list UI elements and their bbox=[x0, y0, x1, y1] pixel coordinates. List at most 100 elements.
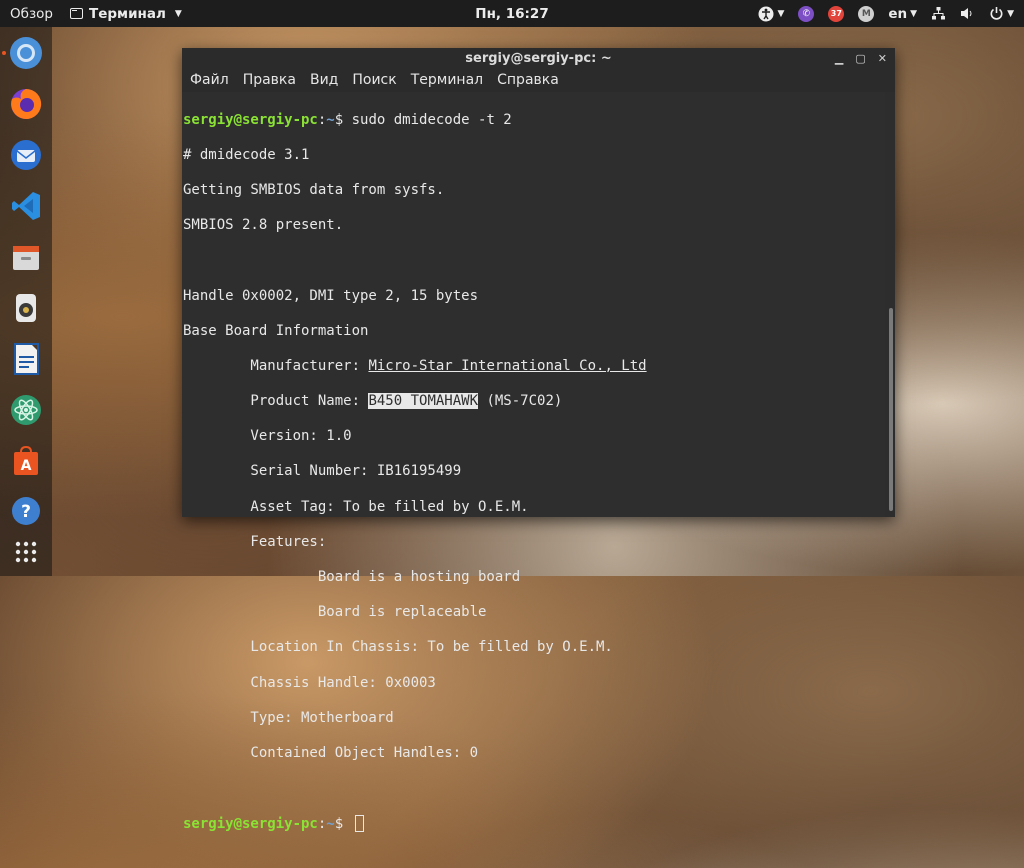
chromium-icon bbox=[10, 37, 42, 69]
output-line: Version: 1.0 bbox=[183, 428, 352, 445]
dock-show-apps[interactable] bbox=[8, 534, 44, 570]
dock-firefox[interactable] bbox=[8, 86, 44, 122]
dock-help[interactable]: ? bbox=[8, 493, 44, 529]
accessibility-icon bbox=[758, 6, 774, 21]
accessibility-menu[interactable]: ▼ bbox=[758, 6, 784, 22]
menu-file[interactable]: Файл bbox=[190, 72, 229, 88]
output-line: Getting SMBIOS data from sysfs. bbox=[183, 181, 445, 198]
prompt-path: ~ bbox=[326, 111, 335, 128]
command-line: sergiy@sergiy-pc:~$ sudo dmidecode -t 2 bbox=[183, 112, 885, 130]
manufacturer-label: Manufacturer: bbox=[183, 357, 369, 374]
volume-icon[interactable] bbox=[960, 6, 975, 21]
files-icon bbox=[13, 246, 39, 270]
firefox-icon bbox=[11, 88, 42, 119]
menu-search[interactable]: Поиск bbox=[352, 72, 396, 88]
svg-text:A: A bbox=[21, 458, 32, 474]
terminal-window: sergiy@sergiy-pc: ~ ▁ ▢ ✕ Файл Правка Ви… bbox=[182, 48, 895, 833]
prompt-line: sergiy@sergiy-pc:~$ bbox=[183, 815, 885, 833]
output-line: Serial Number: IB16195499 bbox=[183, 463, 462, 480]
dock-thunderbird[interactable] bbox=[8, 137, 44, 173]
clock[interactable]: Пн, 16:27 bbox=[475, 6, 548, 22]
menu-edit[interactable]: Правка bbox=[243, 72, 296, 88]
network-glyph bbox=[932, 7, 946, 20]
power-icon bbox=[990, 7, 1003, 20]
dock-rhythmbox[interactable] bbox=[8, 290, 44, 326]
output-line: Location In Chassis: To be filled by O.E… bbox=[183, 639, 613, 656]
network-icon[interactable] bbox=[931, 6, 946, 21]
output-line: Chassis Handle: 0x0003 bbox=[183, 674, 436, 691]
notification-badge[interactable]: 37 bbox=[828, 5, 845, 22]
top-bar: Обзор Терминал ▼ Пн, 16:27 ▼ ✆ 37 M en ▼… bbox=[0, 0, 1024, 27]
window-controls: ▁ ▢ ✕ bbox=[835, 48, 887, 68]
product-line: Product Name: B450 TOMAHAWK (MS-7C02) bbox=[183, 393, 885, 411]
output-line: Base Board Information bbox=[183, 322, 369, 339]
prompt-user: sergiy@sergiy-pc bbox=[183, 111, 318, 128]
menu-help[interactable]: Справка bbox=[497, 72, 559, 88]
product-selection: B450 TOMAHAWK bbox=[368, 393, 479, 410]
menu-bar: Файл Правка Вид Поиск Терминал Справка bbox=[182, 68, 895, 92]
speaker-glyph bbox=[961, 8, 972, 19]
software-center-icon: A bbox=[14, 445, 38, 475]
dock-chromium[interactable] bbox=[8, 35, 44, 71]
output-line: Handle 0x0002, DMI type 2, 15 bytes bbox=[183, 287, 479, 304]
activities-button[interactable]: Обзор bbox=[10, 0, 53, 27]
window-titlebar[interactable]: sergiy@sergiy-pc: ~ ▁ ▢ ✕ bbox=[182, 48, 895, 68]
manufacturer-value: Micro-Star International Co., Ltd bbox=[368, 357, 647, 374]
prompt-user: sergiy@sergiy-pc bbox=[183, 816, 318, 833]
menu-terminal[interactable]: Терминал bbox=[411, 72, 483, 88]
window-title: sergiy@sergiy-pc: ~ bbox=[465, 50, 612, 66]
power-menu[interactable]: ▼ bbox=[989, 6, 1014, 21]
prompt-symbol: $ bbox=[334, 816, 352, 833]
output-line: Type: Motherboard bbox=[183, 709, 394, 726]
thunderbird-icon bbox=[11, 140, 41, 170]
app-menu-label: Терминал bbox=[89, 5, 166, 22]
chevron-down-icon: ▼ bbox=[174, 8, 182, 19]
dock: A ? bbox=[0, 27, 52, 576]
language-label: en bbox=[888, 5, 908, 22]
chevron-down-icon: ▼ bbox=[1007, 8, 1014, 19]
maximize-icon[interactable]: ▢ bbox=[855, 52, 865, 65]
prompt-symbol: $ bbox=[334, 111, 352, 128]
terminal-icon bbox=[70, 8, 83, 19]
rhythmbox-icon bbox=[16, 294, 36, 322]
atom-icon bbox=[11, 395, 41, 425]
dock-files[interactable] bbox=[8, 239, 44, 275]
scrollbar[interactable] bbox=[889, 308, 893, 511]
minimize-icon[interactable]: ▁ bbox=[835, 52, 843, 65]
output-line: Asset Tag: To be filled by O.E.M. bbox=[183, 498, 529, 515]
dock-atom[interactable] bbox=[8, 392, 44, 428]
language-menu[interactable]: en ▼ bbox=[888, 6, 917, 22]
output-line: Board is replaceable bbox=[183, 604, 487, 621]
chevron-down-icon: ▼ bbox=[910, 8, 918, 19]
menu-view[interactable]: Вид bbox=[310, 72, 338, 88]
output-line: SMBIOS 2.8 present. bbox=[183, 217, 344, 234]
chevron-down-icon: ▼ bbox=[777, 8, 785, 19]
prompt-separator: : bbox=[317, 816, 327, 833]
output-line: Contained Object Handles: 0 bbox=[183, 744, 479, 761]
output-line: Board is a hosting board bbox=[183, 569, 521, 586]
activities-label: Обзор bbox=[10, 5, 53, 22]
running-indicator bbox=[2, 51, 6, 55]
show-apps-icon bbox=[15, 541, 37, 563]
libreoffice-writer-icon bbox=[14, 343, 39, 375]
vscode-icon bbox=[12, 192, 40, 220]
text-cursor bbox=[354, 815, 364, 833]
viber-icon[interactable]: ✆ bbox=[798, 5, 815, 22]
product-model: (MS-7C02) bbox=[478, 393, 563, 410]
close-icon[interactable]: ✕ bbox=[878, 52, 887, 65]
app-menu[interactable]: Терминал ▼ bbox=[70, 0, 182, 27]
prompt-path: ~ bbox=[326, 816, 335, 833]
manufacturer-line: Manufacturer: Micro-Star International C… bbox=[183, 358, 885, 376]
terminal-output[interactable]: sergiy@sergiy-pc:~$ sudo dmidecode -t 2 … bbox=[182, 92, 885, 833]
svg-text:?: ? bbox=[21, 502, 31, 522]
dock-software[interactable]: A bbox=[8, 443, 44, 479]
avatar[interactable]: M bbox=[858, 5, 875, 22]
command-text: sudo dmidecode -t 2 bbox=[351, 111, 512, 128]
system-tray: ▼ ✆ 37 M en ▼ ▼ bbox=[758, 0, 1014, 27]
output-line: Features: bbox=[183, 533, 327, 550]
dock-writer[interactable] bbox=[8, 341, 44, 377]
output-line: # dmidecode 3.1 bbox=[183, 146, 310, 163]
dock-vscode[interactable] bbox=[8, 188, 44, 224]
